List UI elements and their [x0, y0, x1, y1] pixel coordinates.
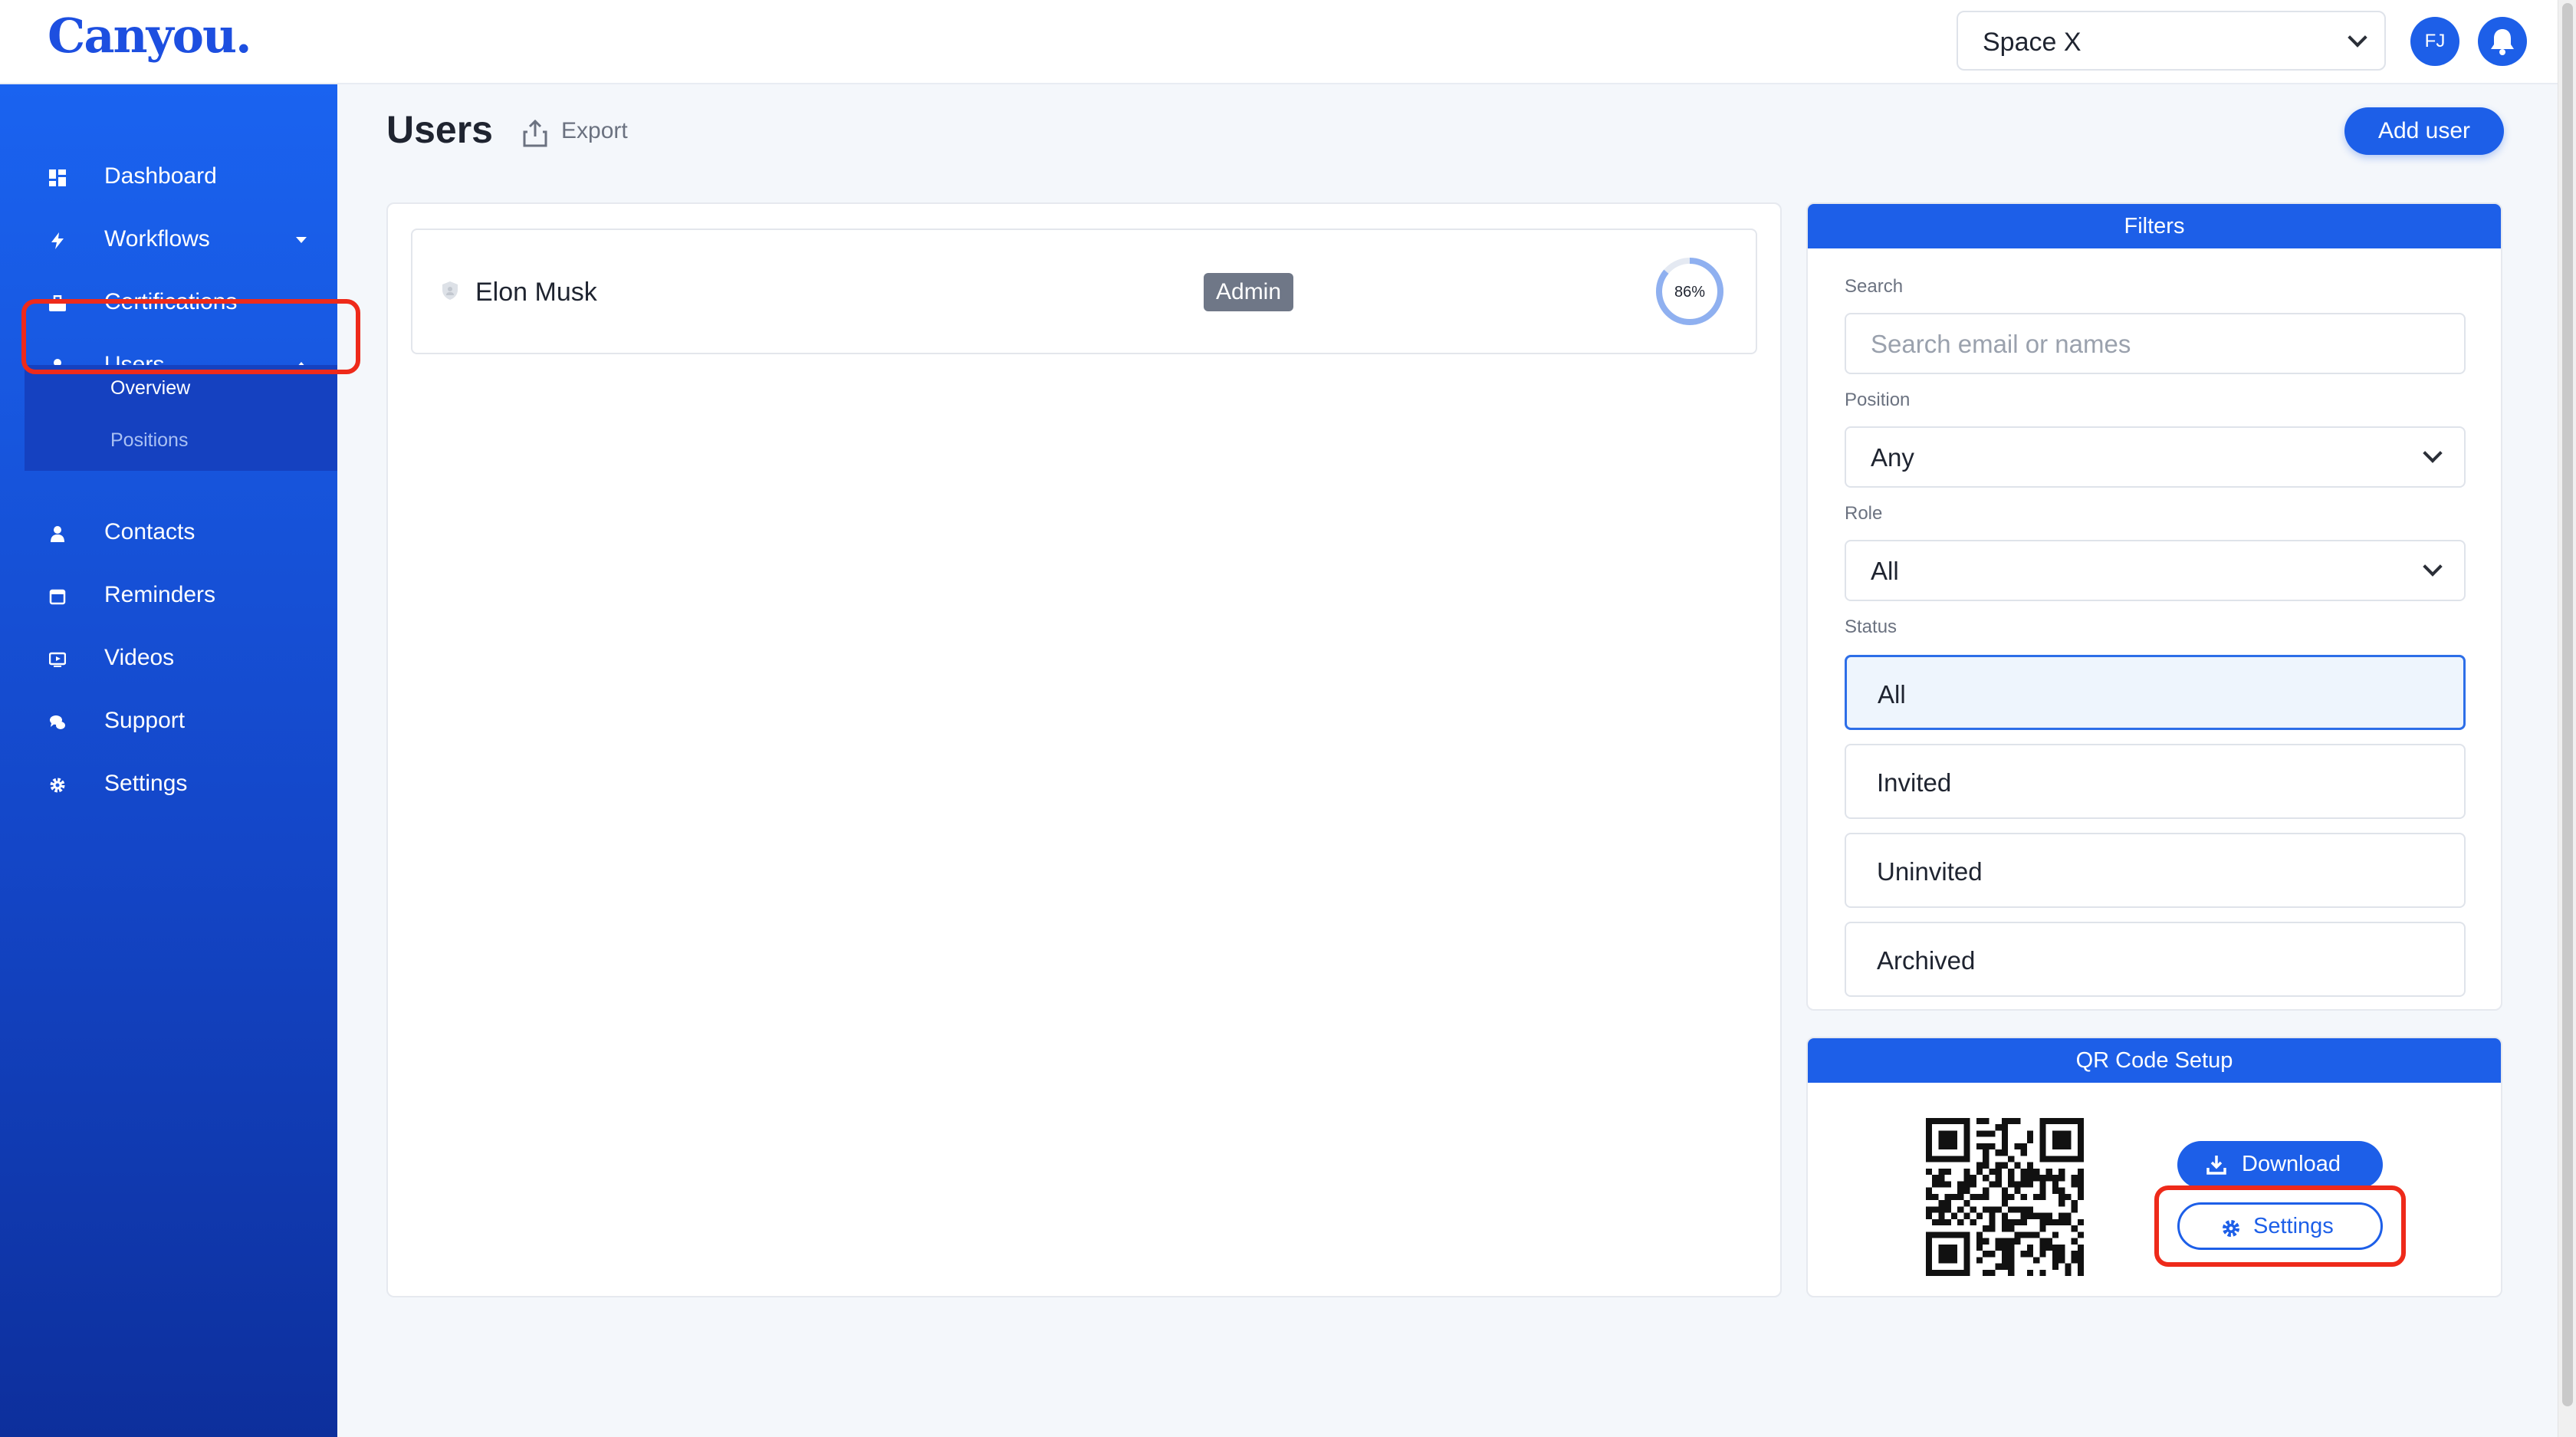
position-label: Position [1845, 390, 1911, 410]
filters-title: Filters [1808, 204, 2501, 248]
shield-icon [442, 281, 458, 300]
qr-setup-title: QR Code Setup [1808, 1038, 2501, 1083]
status-label: Status [1845, 617, 1898, 637]
caret-down-icon [296, 237, 307, 243]
notifications-button[interactable] [2478, 17, 2527, 66]
sidebar-item-videos[interactable]: Videos [0, 630, 337, 687]
users-highlight-annotation [21, 299, 360, 374]
position-select[interactable]: Any [1845, 426, 2466, 488]
page-scrollbar[interactable] [2558, 0, 2576, 1437]
chevron-down-icon [2423, 557, 2443, 577]
sidebar-item-label: Dashboard [104, 163, 217, 189]
users-submenu: Overview Positions [25, 365, 337, 471]
video-icon [49, 652, 66, 667]
scrollbar-thumb[interactable] [2562, 3, 2573, 1406]
search-label: Search [1845, 276, 1904, 297]
sidebar-item-label: Workflows [104, 226, 210, 252]
filters-panel: Filters Search Search email or names Pos… [1806, 202, 2502, 1011]
position-select-value: Any [1871, 443, 1914, 472]
download-icon [2206, 1156, 2226, 1175]
sidebar-item-contacts[interactable]: Contacts [0, 505, 337, 561]
avatar[interactable]: FJ [2410, 17, 2459, 66]
chat-icon [50, 715, 65, 729]
status-option-label: Uninvited [1877, 857, 1983, 886]
user-icon [51, 526, 64, 542]
settings-highlight-annotation [2154, 1185, 2406, 1267]
sidebar-item-label: Settings [104, 771, 188, 796]
add-user-button[interactable]: Add user [2344, 107, 2504, 155]
sidebar-item-support[interactable]: Support [0, 693, 337, 750]
qr-code-image [1926, 1118, 2084, 1276]
status-option-label: Archived [1877, 946, 1976, 975]
user-list-item[interactable]: Elon Musk Admin 86% [411, 229, 1757, 354]
sidebar-subitem-positions[interactable]: Positions [110, 429, 188, 452]
calendar-icon [49, 589, 66, 605]
status-option-invited[interactable]: Invited [1845, 744, 2466, 819]
chevron-down-icon [2423, 443, 2443, 463]
sidebar-item-workflows[interactable]: Workflows [0, 212, 337, 268]
export-icon [523, 119, 547, 147]
page-title: Users [386, 108, 493, 151]
role-select-value: All [1871, 557, 1899, 585]
role-label: Role [1845, 503, 1883, 524]
status-option-uninvited[interactable]: Uninvited [1845, 833, 2466, 908]
search-placeholder: Search email or names [1871, 330, 2131, 358]
sidebar-item-label: Reminders [104, 582, 216, 607]
sidebar-item-label: Contacts [104, 519, 196, 544]
user-name[interactable]: Elon Musk [475, 278, 597, 307]
progress-label: 86% [1674, 284, 1705, 301]
sidebar-item-label: Support [104, 708, 186, 733]
export-label: Export [561, 118, 628, 143]
role-badge: Admin [1204, 273, 1294, 311]
progress-ring: 86% [1656, 258, 1723, 325]
status-option-label: All [1878, 680, 1906, 709]
space-selector-value: Space X [1983, 28, 2082, 57]
chevron-down-icon [2348, 28, 2367, 48]
role-select[interactable]: All [1845, 540, 2466, 601]
download-button[interactable]: Download [2177, 1141, 2383, 1189]
dashboard-icon [49, 169, 66, 186]
sidebar-item-dashboard[interactable]: Dashboard [0, 149, 337, 206]
space-selector[interactable]: Space X [1957, 11, 2386, 71]
search-input[interactable]: Search email or names [1845, 313, 2466, 374]
bell-icon [2491, 29, 2514, 55]
sidebar-item-reminders[interactable]: Reminders [0, 567, 337, 624]
user-list-card [386, 202, 1782, 1297]
lightning-icon [51, 232, 64, 249]
sidebar-item-settings[interactable]: Settings [0, 756, 337, 813]
app-logo[interactable]: Canyou. [48, 8, 252, 64]
gear-icon [50, 778, 65, 793]
status-option-archived[interactable]: Archived [1845, 922, 2466, 997]
sidebar: Dashboard Workflows Certifications Users… [0, 84, 337, 1437]
sidebar-item-label: Videos [104, 645, 175, 670]
sidebar-subitem-overview[interactable]: Overview [110, 377, 190, 400]
download-label: Download [2242, 1152, 2341, 1176]
status-option-label: Invited [1877, 768, 1952, 797]
top-bar: Canyou. Space X FJ [0, 0, 2558, 84]
status-option-all[interactable]: All [1845, 655, 2466, 730]
